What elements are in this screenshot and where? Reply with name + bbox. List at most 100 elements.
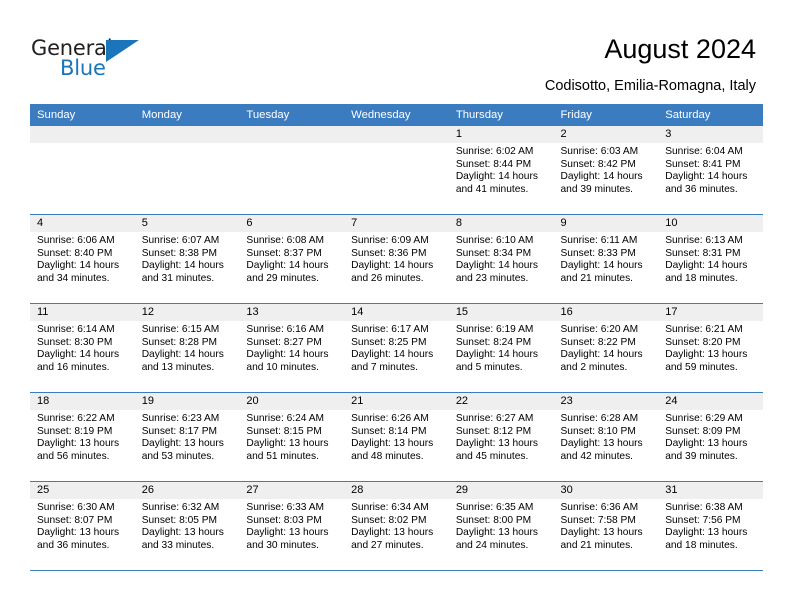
day-info: Sunrise: 6:03 AM Sunset: 8:42 PM Daylight:… bbox=[554, 143, 659, 196]
weekday-header-wednesday: Wednesday bbox=[344, 104, 449, 126]
calendar-day-cell[interactable] bbox=[344, 126, 449, 215]
calendar-day-cell[interactable]: 11 Sunrise: 6:14 AM Sunset: 8:30 PM Dayligh… bbox=[30, 303, 135, 393]
calendar-day-cell[interactable]: 21 Sunrise: 6:26 AM Sunset: 8:14 PM Dayligh… bbox=[344, 392, 449, 482]
day-info-daylight1: Daylight: 13 hours bbox=[351, 438, 434, 450]
calendar-day-cell[interactable]: 24 Sunrise: 6:29 AM Sunset: 8:09 PM Dayligh… bbox=[658, 392, 763, 482]
day-cell[interactable]: 8 Sunrise: 6:10 AM Sunset: 8:34 PM Daylight… bbox=[448, 215, 554, 303]
day-cell[interactable]: 2 Sunrise: 6:03 AM Sunset: 8:42 PM Daylight… bbox=[553, 126, 659, 214]
day-cell[interactable]: 13 Sunrise: 6:16 AM Sunset: 8:27 PM Dayligh… bbox=[239, 304, 345, 392]
calendar-day-cell[interactable]: 7 Sunrise: 6:09 AM Sunset: 8:36 PM Daylight… bbox=[344, 214, 449, 304]
day-info: Sunrise: 6:19 AM Sunset: 8:24 PM Daylight:… bbox=[449, 321, 554, 374]
day-number: 25 bbox=[30, 482, 135, 499]
day-cell[interactable]: 10 Sunrise: 6:13 AM Sunset: 8:31 PM Dayligh… bbox=[658, 215, 763, 303]
day-cell[interactable]: 12 Sunrise: 6:15 AM Sunset: 8:28 PM Dayligh… bbox=[134, 304, 240, 392]
day-cell[interactable]: 31 Sunrise: 6:38 AM Sunset: 7:56 PM Dayligh… bbox=[658, 482, 763, 570]
calendar-day-cell[interactable] bbox=[239, 126, 345, 215]
day-cell[interactable]: 3 Sunrise: 6:04 AM Sunset: 8:41 PM Daylight… bbox=[658, 126, 763, 214]
day-info-daylight1: Daylight: 14 hours bbox=[455, 260, 538, 272]
weekday-header-saturday: Saturday bbox=[658, 104, 763, 126]
day-cell[interactable]: 6 Sunrise: 6:08 AM Sunset: 8:37 PM Daylight… bbox=[239, 215, 345, 303]
calendar-day-cell[interactable]: 16 Sunrise: 6:20 AM Sunset: 8:22 PM Dayligh… bbox=[553, 303, 659, 393]
day-cell[interactable]: 24 Sunrise: 6:29 AM Sunset: 8:09 PM Dayligh… bbox=[658, 393, 763, 481]
calendar-day-cell[interactable]: 30 Sunrise: 6:36 AM Sunset: 7:58 PM Dayligh… bbox=[553, 481, 659, 571]
calendar-day-cell[interactable]: 4 Sunrise: 6:06 AM Sunset: 8:40 PM Daylight… bbox=[30, 214, 135, 304]
day-cell[interactable]: 17 Sunrise: 6:21 AM Sunset: 8:20 PM Dayligh… bbox=[658, 304, 763, 392]
calendar-day-cell[interactable]: 19 Sunrise: 6:23 AM Sunset: 8:17 PM Dayligh… bbox=[134, 392, 240, 482]
calendar-day-cell[interactable]: 17 Sunrise: 6:21 AM Sunset: 8:20 PM Dayligh… bbox=[658, 303, 763, 393]
calendar-day-cell[interactable]: 13 Sunrise: 6:16 AM Sunset: 8:27 PM Dayligh… bbox=[239, 303, 345, 393]
calendar-day-cell[interactable]: 1 Sunrise: 6:02 AM Sunset: 8:44 PM Daylight… bbox=[448, 126, 554, 215]
day-cell[interactable]: 16 Sunrise: 6:20 AM Sunset: 8:22 PM Dayligh… bbox=[553, 304, 659, 392]
day-cell[interactable]: 18 Sunrise: 6:22 AM Sunset: 8:19 PM Dayligh… bbox=[30, 393, 135, 481]
day-info-daylight2: and 21 minutes. bbox=[560, 272, 634, 284]
calendar-day-cell[interactable]: 8 Sunrise: 6:10 AM Sunset: 8:34 PM Daylight… bbox=[448, 214, 554, 304]
calendar-day-cell[interactable]: 22 Sunrise: 6:27 AM Sunset: 8:12 PM Dayligh… bbox=[448, 392, 554, 482]
day-info-sunrise: Sunrise: 6:11 AM bbox=[560, 235, 638, 246]
day-cell[interactable]: 1 Sunrise: 6:02 AM Sunset: 8:44 PM Daylight… bbox=[448, 126, 554, 214]
day-number: 6 bbox=[239, 215, 345, 232]
day-cell[interactable]: 9 Sunrise: 6:11 AM Sunset: 8:33 PM Daylight… bbox=[553, 215, 659, 303]
day-info-daylight1: Daylight: 14 hours bbox=[141, 260, 224, 272]
calendar-day-cell[interactable]: 20 Sunrise: 6:24 AM Sunset: 8:15 PM Dayligh… bbox=[239, 392, 345, 482]
calendar-day-cell[interactable]: 12 Sunrise: 6:15 AM Sunset: 8:28 PM Dayligh… bbox=[134, 303, 240, 393]
day-info-daylight1: Daylight: 13 hours bbox=[37, 438, 120, 450]
calendar-day-cell[interactable]: 10 Sunrise: 6:13 AM Sunset: 8:31 PM Dayligh… bbox=[658, 214, 763, 304]
calendar-day-cell[interactable]: 15 Sunrise: 6:19 AM Sunset: 8:24 PM Dayligh… bbox=[448, 303, 554, 393]
day-info-sunset: Sunset: 8:33 PM bbox=[560, 247, 636, 259]
day-info: Sunrise: 6:36 AM Sunset: 7:58 PM Daylight:… bbox=[554, 499, 659, 552]
day-cell[interactable]: 28 Sunrise: 6:34 AM Sunset: 8:02 PM Dayligh… bbox=[344, 482, 449, 570]
general-blue-logo[interactable]: General Blue bbox=[31, 36, 151, 82]
day-cell[interactable]: 4 Sunrise: 6:06 AM Sunset: 8:40 PM Daylight… bbox=[30, 215, 135, 303]
day-number: 24 bbox=[658, 393, 763, 410]
day-info: Sunrise: 6:24 AM Sunset: 8:15 PM Daylight:… bbox=[239, 410, 344, 463]
day-cell[interactable]: 27 Sunrise: 6:33 AM Sunset: 8:03 PM Dayligh… bbox=[239, 482, 345, 570]
day-cell[interactable]: 20 Sunrise: 6:24 AM Sunset: 8:15 PM Dayligh… bbox=[239, 393, 345, 481]
day-info-sunrise: Sunrise: 6:35 AM bbox=[455, 502, 534, 513]
day-info: Sunrise: 6:26 AM Sunset: 8:14 PM Daylight:… bbox=[344, 410, 449, 463]
day-cell[interactable]: 15 Sunrise: 6:19 AM Sunset: 8:24 PM Dayligh… bbox=[448, 304, 554, 392]
day-cell[interactable]: 11 Sunrise: 6:14 AM Sunset: 8:30 PM Dayligh… bbox=[30, 304, 135, 392]
day-number: 13 bbox=[239, 304, 345, 321]
calendar-day-cell[interactable]: 28 Sunrise: 6:34 AM Sunset: 8:02 PM Dayligh… bbox=[344, 481, 449, 571]
calendar-day-cell[interactable]: 14 Sunrise: 6:17 AM Sunset: 8:25 PM Dayligh… bbox=[344, 303, 449, 393]
day-cell[interactable]: 5 Sunrise: 6:07 AM Sunset: 8:38 PM Daylight… bbox=[134, 215, 240, 303]
day-number: 9 bbox=[553, 215, 659, 232]
calendar-day-cell[interactable]: 31 Sunrise: 6:38 AM Sunset: 7:56 PM Dayligh… bbox=[658, 481, 763, 571]
day-info-daylight2: and 39 minutes. bbox=[560, 183, 634, 195]
calendar-day-cell[interactable]: 5 Sunrise: 6:07 AM Sunset: 8:38 PM Daylight… bbox=[134, 214, 240, 304]
calendar-day-cell[interactable]: 25 Sunrise: 6:30 AM Sunset: 8:07 PM Dayligh… bbox=[30, 481, 135, 571]
day-cell[interactable]: 21 Sunrise: 6:26 AM Sunset: 8:14 PM Dayligh… bbox=[344, 393, 449, 481]
calendar-day-cell[interactable]: 23 Sunrise: 6:28 AM Sunset: 8:10 PM Dayligh… bbox=[553, 392, 659, 482]
day-cell[interactable]: 19 Sunrise: 6:23 AM Sunset: 8:17 PM Dayligh… bbox=[134, 393, 240, 481]
calendar-day-cell[interactable]: 3 Sunrise: 6:04 AM Sunset: 8:41 PM Daylight… bbox=[658, 126, 763, 215]
day-info-sunset: Sunset: 8:44 PM bbox=[455, 158, 532, 170]
calendar-day-cell[interactable] bbox=[134, 126, 240, 215]
logo-text-blue: Blue bbox=[60, 56, 106, 80]
day-info bbox=[135, 143, 240, 146]
day-cell[interactable]: 26 Sunrise: 6:32 AM Sunset: 8:05 PM Dayligh… bbox=[134, 482, 240, 570]
day-cell[interactable]: 30 Sunrise: 6:36 AM Sunset: 7:58 PM Dayligh… bbox=[553, 482, 659, 570]
calendar-day-cell[interactable]: 27 Sunrise: 6:33 AM Sunset: 8:03 PM Dayligh… bbox=[239, 481, 345, 571]
day-info-sunrise: Sunrise: 6:13 AM bbox=[665, 235, 743, 246]
calendar-day-cell[interactable]: 26 Sunrise: 6:32 AM Sunset: 8:05 PM Dayligh… bbox=[134, 481, 240, 571]
day-cell[interactable]: 22 Sunrise: 6:27 AM Sunset: 8:12 PM Dayligh… bbox=[448, 393, 554, 481]
calendar-week-row: 25 Sunrise: 6:30 AM Sunset: 8:07 PM Dayligh… bbox=[30, 481, 763, 571]
day-number: 27 bbox=[239, 482, 345, 499]
day-info-sunset: Sunset: 8:20 PM bbox=[665, 336, 741, 348]
day-info-sunrise: Sunrise: 6:22 AM bbox=[37, 413, 115, 424]
day-cell[interactable]: 29 Sunrise: 6:35 AM Sunset: 8:00 PM Dayligh… bbox=[448, 482, 554, 570]
day-cell[interactable]: 14 Sunrise: 6:17 AM Sunset: 8:25 PM Dayligh… bbox=[344, 304, 449, 392]
calendar-day-cell[interactable]: 29 Sunrise: 6:35 AM Sunset: 8:00 PM Dayligh… bbox=[448, 481, 554, 571]
day-info: Sunrise: 6:07 AM Sunset: 8:38 PM Daylight:… bbox=[135, 232, 240, 285]
calendar-day-cell[interactable]: 9 Sunrise: 6:11 AM Sunset: 8:33 PM Daylight… bbox=[553, 214, 659, 304]
day-info: Sunrise: 6:23 AM Sunset: 8:17 PM Daylight:… bbox=[135, 410, 240, 463]
calendar-day-cell[interactable]: 2 Sunrise: 6:03 AM Sunset: 8:42 PM Daylight… bbox=[553, 126, 659, 215]
day-cell[interactable]: 23 Sunrise: 6:28 AM Sunset: 8:10 PM Dayligh… bbox=[553, 393, 659, 481]
day-cell[interactable]: 7 Sunrise: 6:09 AM Sunset: 8:36 PM Daylight… bbox=[344, 215, 449, 303]
day-cell[interactable]: 25 Sunrise: 6:30 AM Sunset: 8:07 PM Dayligh… bbox=[30, 482, 135, 570]
day-info-sunrise: Sunrise: 6:23 AM bbox=[141, 413, 220, 424]
calendar-day-cell[interactable]: 18 Sunrise: 6:22 AM Sunset: 8:19 PM Dayligh… bbox=[30, 392, 135, 482]
calendar-day-cell[interactable] bbox=[30, 126, 135, 215]
calendar-day-cell[interactable]: 6 Sunrise: 6:08 AM Sunset: 8:37 PM Daylight… bbox=[239, 214, 345, 304]
day-number: 29 bbox=[448, 482, 554, 499]
